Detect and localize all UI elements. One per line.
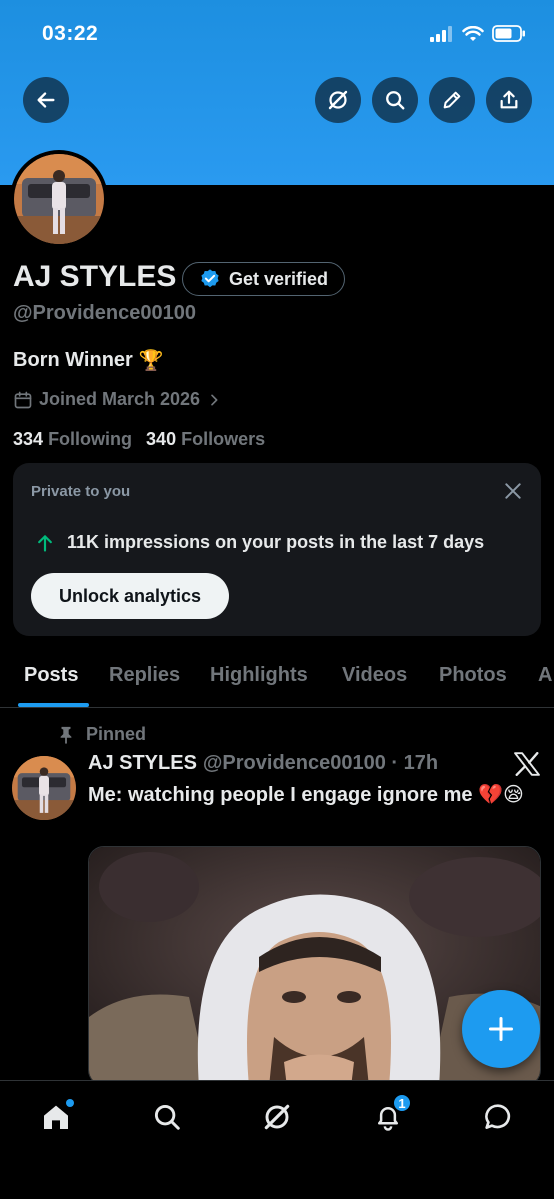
post-author-meta: @Providence00100 · 17h bbox=[202, 752, 439, 774]
private-analytics-card: Private to you 11K impressions on your p… bbox=[13, 463, 541, 636]
x-logo-icon bbox=[514, 751, 540, 777]
pinned-label: Pinned bbox=[86, 724, 147, 744]
tab-replies[interactable]: Replies bbox=[109, 664, 180, 687]
profile-tabs: Posts Replies Highlights Videos Photos A bbox=[0, 652, 554, 708]
post-author-name[interactable]: AJ STYLES bbox=[88, 752, 197, 775]
bottom-navigation: 1 bbox=[0, 1080, 554, 1199]
close-card-button[interactable] bbox=[503, 481, 523, 506]
avatar-photo bbox=[12, 756, 76, 820]
search-button[interactable] bbox=[372, 77, 418, 123]
wifi-icon bbox=[462, 25, 484, 41]
nav-search[interactable] bbox=[147, 1097, 187, 1137]
pin-icon bbox=[60, 726, 72, 744]
pinned-indicator: Pinned bbox=[58, 724, 146, 745]
tab-articles[interactable]: A bbox=[538, 664, 552, 687]
following-link[interactable]: 334 Following bbox=[13, 429, 132, 450]
followers-link[interactable]: 340 Followers bbox=[146, 429, 265, 450]
tab-posts[interactable]: Posts bbox=[24, 664, 78, 687]
follow-stats: 334 Following 340 Followers bbox=[13, 429, 265, 450]
joined-date[interactable]: Joined March 2026 bbox=[13, 389, 222, 410]
home-unread-dot bbox=[66, 1099, 74, 1107]
nav-grok[interactable] bbox=[257, 1097, 297, 1137]
edit-icon bbox=[443, 91, 461, 109]
status-time: 03:22 bbox=[42, 22, 99, 45]
active-tab-indicator bbox=[18, 703, 89, 707]
messages-icon bbox=[485, 1104, 511, 1129]
tab-videos[interactable]: Videos bbox=[342, 664, 407, 687]
post-text: Me: watching people I engage ignore me 💔… bbox=[88, 784, 524, 806]
signal-icon bbox=[430, 25, 452, 42]
close-icon bbox=[505, 483, 521, 499]
joined-text: Joined March 2026 bbox=[39, 389, 201, 409]
profile-bio: Born Winner 🏆 bbox=[13, 348, 164, 373]
battery-icon bbox=[492, 25, 525, 42]
verified-badge-icon bbox=[201, 269, 219, 288]
profile-avatar[interactable] bbox=[10, 150, 108, 248]
private-card-title: Private to you bbox=[31, 483, 131, 500]
trophy-emoji: 🏆 bbox=[138, 350, 164, 372]
profile-name: AJ STYLES bbox=[13, 260, 177, 293]
chevron-right-icon bbox=[211, 394, 218, 405]
grok-icon bbox=[264, 1104, 290, 1130]
share-icon bbox=[500, 90, 518, 109]
calendar-icon bbox=[14, 391, 32, 408]
compose-post-button[interactable] bbox=[462, 990, 540, 1068]
profile-handle: @Providence00100 bbox=[13, 302, 196, 324]
back-button[interactable] bbox=[23, 77, 69, 123]
post-more-button[interactable] bbox=[514, 751, 540, 781]
tab-photos[interactable]: Photos bbox=[439, 664, 507, 687]
nav-messages[interactable] bbox=[478, 1097, 518, 1137]
followers-label: Followers bbox=[181, 429, 266, 449]
grok-icon bbox=[328, 90, 348, 110]
post-header: AJ STYLES @Providence00100 · 17h bbox=[88, 752, 438, 775]
arrow-up-icon bbox=[38, 534, 52, 552]
status-bar: 03:22 bbox=[0, 22, 554, 52]
impressions-text: 11K impressions on your posts in the las… bbox=[67, 532, 485, 552]
avatar-photo bbox=[14, 154, 104, 244]
nav-home[interactable] bbox=[36, 1097, 76, 1137]
search-icon bbox=[154, 1104, 180, 1130]
get-verified-label: Get verified bbox=[229, 268, 329, 289]
unlock-analytics-button[interactable]: Unlock analytics bbox=[31, 573, 229, 619]
post-author-avatar[interactable] bbox=[12, 756, 76, 820]
grok-button[interactable] bbox=[315, 77, 361, 123]
nav-notifications[interactable]: 1 bbox=[368, 1093, 412, 1137]
share-button[interactable] bbox=[486, 77, 532, 123]
impressions-row: 11K impressions on your posts in the las… bbox=[35, 532, 484, 553]
edit-button[interactable] bbox=[429, 77, 475, 123]
back-icon bbox=[37, 92, 55, 108]
followers-count: 340 bbox=[146, 429, 177, 449]
following-label: Following bbox=[48, 429, 133, 449]
get-verified-button[interactable]: Get verified bbox=[182, 262, 346, 296]
notifications-badge: 1 bbox=[392, 1093, 412, 1113]
bio-text: Born Winner bbox=[13, 349, 133, 371]
plus-icon bbox=[488, 1016, 514, 1042]
search-icon bbox=[386, 91, 405, 110]
tab-highlights[interactable]: Highlights bbox=[210, 664, 308, 687]
following-count: 334 bbox=[13, 429, 44, 449]
